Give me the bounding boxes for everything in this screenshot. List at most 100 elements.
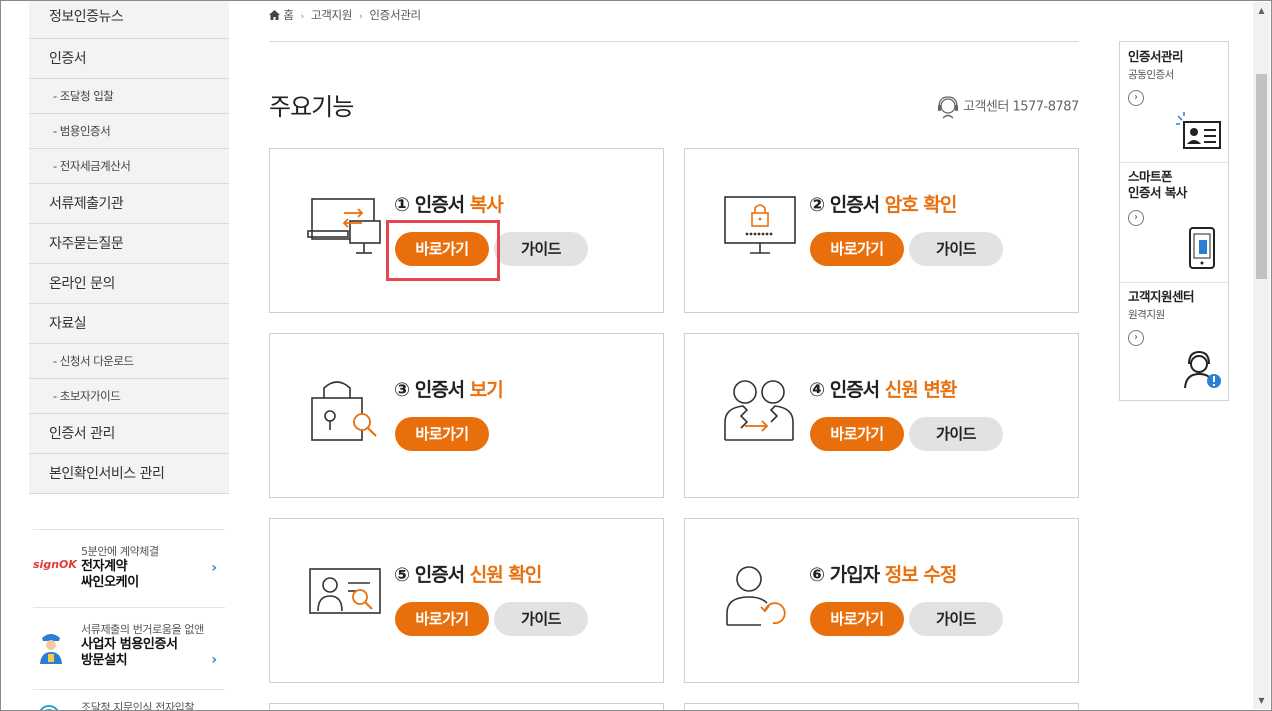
promo-title-line1: 전자계약 (81, 559, 128, 574)
installer-person-icon (40, 634, 62, 664)
quick-item-title-line1: 스마트폰 (1128, 169, 1173, 184)
browser-frame: 정보인증뉴스 인증서 - 조달청 입찰 - 범용인증서 - 전자세금계산서 서류… (0, 0, 1272, 711)
card-number: ③ (394, 379, 410, 401)
sidebar-item-online-inquiry[interactable]: 온라인 문의 (29, 264, 229, 304)
card-title-highlight: 신원 변환 (884, 379, 958, 401)
two-persons-arrow-icon (724, 380, 794, 441)
chevron-right-circle-icon: › (1128, 90, 1144, 106)
fingerprint-icon (39, 705, 59, 710)
promo-small-text: 5분안에 계약체결 (81, 545, 159, 558)
card-title-highlight: 복사 (469, 194, 504, 216)
sidebar-item-certificate[interactable]: 인증서 (29, 39, 229, 79)
sidebar-item-cert-management[interactable]: 인증서 관리 (29, 414, 229, 454)
sidebar-item-security-news[interactable]: 정보인증뉴스 (29, 1, 229, 39)
breadcrumb-current: 인증서관리 (369, 8, 421, 22)
lock-search-icon (311, 381, 377, 441)
sidebar-item-library[interactable]: 자료실 (29, 304, 229, 344)
card-title: ② 인증서 암호 확인 (809, 190, 957, 217)
promo-small-text: 조달청 지문인식 전자입찰 (81, 701, 195, 711)
sidebar-item-identity-service[interactable]: 본인확인서비스 관리 (29, 454, 229, 494)
callcenter-info: 고객센터 1577-8787 (935, 94, 1079, 120)
card-number: ⑥ (809, 564, 825, 586)
card-title-main: 인증서 (414, 379, 465, 401)
card-number: ⑤ (394, 564, 410, 586)
quick-item-title-line2: 인증서 복사 (1128, 185, 1187, 200)
home-icon[interactable] (269, 8, 283, 22)
chevron-right-circle-icon: › (1128, 210, 1144, 226)
identity-check-go-button[interactable]: 바로가기 (395, 602, 489, 636)
card-title: ④ 인증서 신원 변환 (809, 375, 958, 402)
view-go-button[interactable]: 바로가기 (395, 417, 489, 451)
sidebar-menu: 정보인증뉴스 인증서 - 조달청 입찰 - 범용인증서 - 전자세금계산서 서류… (29, 1, 229, 494)
card-title-main: 인증서 (414, 564, 465, 586)
card-title-main: 인증서 (829, 379, 880, 401)
cert-copy-icon (307, 198, 381, 254)
divider (269, 41, 1079, 42)
vertical-scrollbar[interactable]: ▲ ▼ (1253, 2, 1270, 709)
copy-guide-button[interactable]: 가이드 (494, 232, 588, 266)
card-title-highlight: 보기 (469, 379, 504, 401)
breadcrumb-support[interactable]: 고객지원 (311, 8, 352, 22)
quick-item-subtitle: 공동인증서 (1128, 69, 1174, 81)
card-title-main: 가입자 (829, 564, 880, 586)
card-number: ④ (809, 379, 825, 401)
sidebar-item-e-tax-invoice[interactable]: - 전자세금계산서 (29, 149, 229, 184)
identity-convert-guide-button[interactable]: 가이드 (909, 417, 1003, 451)
sidebar-item-submission-agencies[interactable]: 서류제출기관 (29, 184, 229, 224)
member-info-go-button[interactable]: 바로가기 (810, 602, 904, 636)
card-number: ② (809, 194, 825, 216)
promo-title-line2: 싸인오케이 (81, 575, 139, 590)
chevron-right-icon: › (300, 12, 305, 22)
feature-card-password-check: ② 인증서 암호 확인 바로가기 가이드 (684, 148, 1079, 313)
breadcrumb: 홈 › 고객지원 › 인증서관리 (269, 7, 421, 23)
quick-menu-panel: 인증서관리 공동인증서 › 스마트폰 인증서 복사 › 고객지원센터 원격지원 … (1119, 41, 1229, 401)
identity-convert-go-button[interactable]: 바로가기 (810, 417, 904, 451)
promo-visit-install[interactable]: 서류제출의 번거로움을 없앤 사업자 범용인증서 방문설치 › (33, 607, 225, 690)
sidebar-item-faq[interactable]: 자주묻는질문 (29, 224, 229, 264)
password-check-guide-button[interactable]: 가이드 (909, 232, 1003, 266)
password-check-go-button[interactable]: 바로가기 (810, 232, 904, 266)
card-title-highlight: 신원 확인 (469, 564, 543, 586)
sidebar-item-general-cert[interactable]: - 범용인증서 (29, 114, 229, 149)
chevron-right-icon: › (211, 652, 217, 668)
smartphone-icon (1189, 227, 1215, 269)
promo-signok[interactable]: signOK 5분안에 계약체결 전자계약 싸인오케이 › (33, 529, 225, 608)
breadcrumb-home[interactable]: 홈 (283, 8, 294, 22)
quick-item-smartphone-copy[interactable]: 스마트폰 인증서 복사 › (1120, 162, 1228, 283)
quick-item-subtitle: 원격지원 (1128, 309, 1165, 321)
quick-item-title: 인증서관리 (1128, 49, 1184, 64)
member-info-guide-button[interactable]: 가이드 (909, 602, 1003, 636)
signok-logo-icon: signOK (33, 558, 77, 571)
chevron-right-circle-icon: › (1128, 330, 1144, 346)
headset-agent-icon (938, 96, 958, 119)
user-refresh-icon (726, 566, 786, 626)
sidebar-item-procurement-bid[interactable]: - 조달청 입찰 (29, 79, 229, 114)
card-title-main: 인증서 (829, 194, 880, 216)
card-title: ③ 인증서 보기 (394, 375, 504, 402)
scroll-down-icon[interactable]: ▼ (1253, 692, 1270, 709)
remote-support-agent-icon (1184, 350, 1221, 389)
card-title: ⑤ 인증서 신원 확인 (394, 560, 543, 587)
chevron-right-icon: › (211, 560, 217, 576)
card-title: ① 인증서 복사 (394, 190, 504, 217)
feature-card-member-info: ⑥ 가입자 정보 수정 바로가기 가이드 (684, 518, 1079, 683)
chevron-right-icon: › (359, 12, 363, 22)
quick-item-title: 고객지원센터 (1128, 289, 1195, 304)
feature-card-identity-convert: ④ 인증서 신원 변환 바로가기 가이드 (684, 333, 1079, 498)
identity-check-guide-button[interactable]: 가이드 (494, 602, 588, 636)
highlight-box (386, 220, 500, 281)
quick-item-cert-management[interactable]: 인증서관리 공동인증서 › (1120, 42, 1228, 163)
id-card-icon (1176, 112, 1221, 149)
id-card-search-icon (309, 568, 381, 614)
feature-card-view: ③ 인증서 보기 바로가기 (269, 333, 664, 498)
sidebar-item-form-download[interactable]: - 신청서 다운로드 (29, 344, 229, 379)
scroll-up-icon[interactable]: ▲ (1253, 2, 1270, 19)
monitor-lock-icon (724, 196, 796, 254)
quick-item-support-center[interactable]: 고객지원센터 원격지원 › (1120, 282, 1228, 400)
promo-fingerprint-bid[interactable]: 조달청 지문인식 전자입찰 (33, 689, 225, 711)
scrollbar-thumb[interactable] (1256, 74, 1267, 279)
feature-card-partial (269, 703, 664, 710)
page-title: 주요기능 (269, 93, 354, 121)
sidebar-item-beginner-guide[interactable]: - 초보자가이드 (29, 379, 229, 414)
card-number: ① (394, 194, 410, 216)
